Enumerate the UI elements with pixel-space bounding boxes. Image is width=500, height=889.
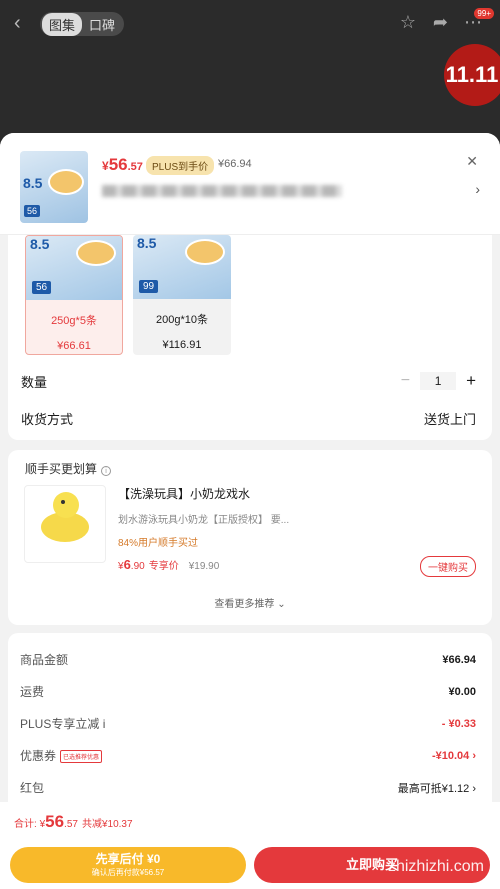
pay-later-button[interactable]: 先享后付 ¥0 确认后再付款¥56.57 — [10, 847, 246, 883]
info-icon[interactable]: i — [103, 717, 106, 731]
delivery-value[interactable]: 送货上门 — [424, 409, 476, 428]
upsell-product-image[interactable] — [24, 485, 106, 563]
tab-gallery[interactable]: 图集 — [42, 12, 83, 36]
watermark-url: zhizhizhi.com — [387, 858, 484, 875]
red-packet-row[interactable]: 红包 最高可抵¥1.12 › — [20, 779, 476, 796]
purchase-sheet: 8.5 56 ¥56.57 PLUS到手价 ¥66.94 ✕ › 8.5 56 … — [0, 133, 500, 889]
share-icon[interactable]: ➦ — [433, 12, 448, 33]
upsell-card: 顺手买更划算 i 【洗澡玩具】小奶龙戏水 划水游泳玩具小奶龙【正版授权】 要...… — [8, 450, 492, 625]
spec-label: 250g*5条 — [51, 315, 97, 327]
delivery-row[interactable]: 收货方式 送货上门 — [21, 408, 476, 428]
chevron-down-icon: ⌄ — [277, 599, 286, 610]
quantity-row: 数量 − 1 + — [21, 371, 476, 391]
quantity-value[interactable]: 1 — [420, 372, 457, 390]
upsell-price: ¥6.90 专享价 ¥19.90 — [118, 557, 220, 572]
info-icon[interactable]: i — [101, 466, 112, 476]
minus-button[interactable]: − — [401, 372, 410, 390]
address-blurred[interactable] — [102, 185, 342, 197]
upsell-title[interactable]: 【洗澡玩具】小奶龙戏水 — [118, 485, 250, 502]
chevron-right-icon: › — [472, 782, 476, 795]
total-price: 合计: ¥56.57 共减¥10.37 — [14, 812, 133, 831]
star-icon[interactable]: ☆ — [400, 12, 416, 33]
spec-image: 8.5 56 — [26, 236, 122, 300]
fish-image — [76, 240, 116, 266]
spec-card: 8.5 56 250g*5条 ¥66.61 8.5 99 200g*10条 ¥1… — [8, 235, 492, 440]
plus-price-tag: PLUS到手价 — [146, 156, 215, 175]
product-header: 8.5 56 ¥56.57 PLUS到手价 ¥66.94 ✕ › — [0, 133, 500, 235]
spec-option-200g[interactable]: 8.5 99 200g*10条 ¥116.91 — [133, 235, 231, 355]
more-recommendations-link[interactable]: 查看更多推荐 ⌄ — [8, 595, 492, 610]
product-thumbnail: 8.5 56 — [20, 151, 88, 223]
spec-option-250g[interactable]: 8.5 56 250g*5条 ¥66.61 — [25, 235, 123, 355]
quantity-stepper[interactable]: − 1 + — [401, 371, 476, 391]
summary-row: PLUS专享立减 i - ¥0.33 — [20, 717, 476, 731]
notification-badge: 99+ — [474, 8, 494, 19]
plus-button[interactable]: + — [466, 371, 476, 391]
summary-row: 运费 ¥0.00 — [20, 685, 476, 699]
spec-price: ¥66.61 — [57, 340, 91, 352]
one-click-buy-button[interactable]: 一键购买 — [420, 556, 476, 577]
tab-reviews[interactable]: 口碑 — [82, 13, 122, 36]
coupon-row[interactable]: 优惠券 已选推荐优惠 -¥10.04 › — [20, 747, 476, 764]
upsell-header: 顺手买更划算 i — [25, 460, 112, 477]
spec-image: 8.5 99 — [133, 235, 231, 299]
chevron-right-icon[interactable]: › — [475, 181, 480, 197]
spec-price: ¥116.91 — [162, 339, 202, 351]
quantity-label: 数量 — [21, 374, 48, 390]
view-segment[interactable]: 图集 口碑 — [40, 12, 125, 36]
upsell-subtitle: 划水游泳玩具小奶龙【正版授权】 要... — [118, 515, 290, 526]
promo-1111-badge[interactable]: 11.11 — [444, 44, 500, 106]
spec-label: 200g*10条 — [156, 314, 208, 326]
back-icon[interactable]: ‹ — [14, 12, 21, 35]
order-summary: 商品金额 ¥66.94 运费 ¥0.00 PLUS专享立减 i - ¥0.33 优惠… — [8, 633, 492, 813]
fish-image — [185, 239, 225, 265]
original-price: ¥66.94 — [218, 158, 252, 170]
top-bar: ‹ 图集 口碑 ☆ ➦ ⋯ 99+ — [0, 0, 500, 48]
fish-image — [48, 169, 84, 195]
coupon-tag: 已选推荐优惠 — [60, 750, 103, 764]
close-icon[interactable]: ✕ — [466, 153, 478, 170]
watermark-logo: 值 值 值 — [397, 813, 490, 843]
chevron-right-icon: › — [472, 749, 476, 762]
upsell-percent: 84%用户顺手买过 — [118, 538, 199, 549]
summary-row: 商品金额 ¥66.94 — [20, 653, 476, 667]
delivery-label: 收货方式 — [21, 411, 74, 427]
product-price: ¥56.57 — [102, 155, 143, 174]
